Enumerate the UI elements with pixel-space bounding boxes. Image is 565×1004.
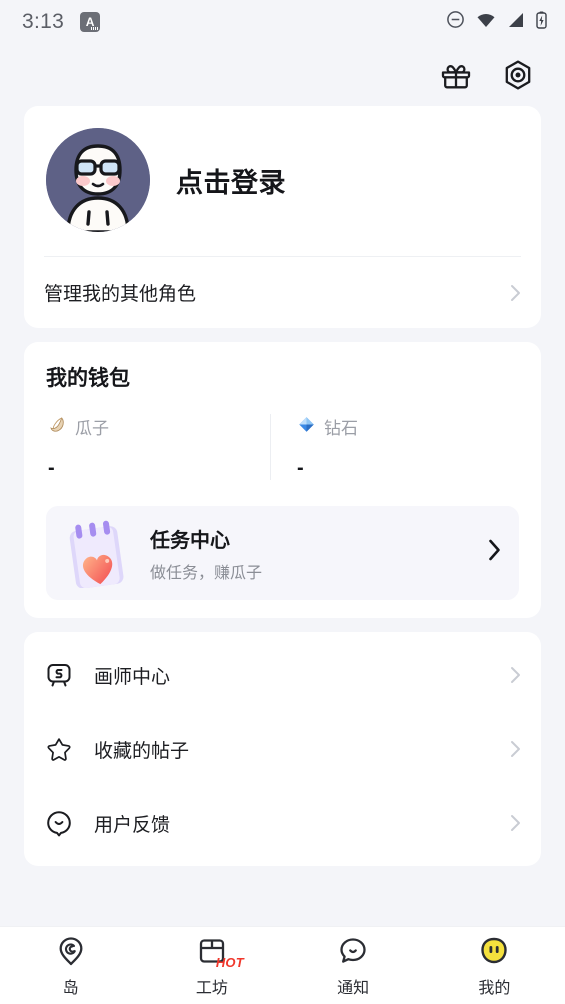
currency-list: 瓜子 - 钻石 -: [46, 414, 519, 494]
task-center-title: 任务中心: [150, 529, 230, 552]
task-center-text: 任务中心 做任务，赚瓜子: [150, 524, 488, 583]
signal-icon: [507, 12, 525, 33]
drawing-board-icon: [44, 660, 74, 690]
app-notification-badge-icon: A: [80, 12, 101, 32]
seed-icon: [48, 415, 67, 439]
manage-roles-label: 管理我的其他角色: [44, 284, 197, 305]
chevron-right-icon: [510, 814, 521, 832]
tab-label: 我的: [478, 980, 511, 997]
menu-item-saved-posts-left: 收藏的帖子: [44, 734, 189, 764]
currency-seed-head: 瓜子: [48, 414, 270, 439]
bottom-tab-bar: 岛 HOT 工坊 通知 我的: [0, 926, 565, 1004]
status-bar-right: [446, 10, 547, 34]
currency-diamond[interactable]: 钻石 -: [270, 414, 519, 480]
notification-bubble-icon: [337, 933, 369, 967]
profile-face-icon: [478, 933, 510, 967]
tab-label: 通知: [337, 980, 370, 997]
wallet-card: 我的钱包 瓜子 - 钻石 - 任务中心 做任务，赚瓜子: [24, 342, 541, 618]
currency-diamond-value: -: [297, 457, 304, 479]
login-prompt-label[interactable]: 点击登录: [176, 161, 286, 200]
currency-seed-name: 瓜子: [75, 419, 109, 438]
notepad-heart-icon: [60, 518, 138, 589]
menu-item-feedback[interactable]: 用户反馈: [24, 786, 541, 860]
chevron-right-icon: [510, 284, 521, 302]
chevron-right-icon: [510, 740, 521, 758]
tab-profile[interactable]: 我的: [424, 933, 565, 998]
menu-item-artist-center[interactable]: 画师中心: [24, 638, 541, 712]
battery-charging-icon: [536, 11, 547, 34]
manage-roles-row[interactable]: 管理我的其他角色: [24, 257, 541, 328]
island-pin-icon: [55, 933, 87, 967]
app-screen: 3:13 A 点击登录 管理我的其他角色 我的钱包 瓜子 - 钻石 - 任务中心…: [0, 0, 565, 1004]
profile-card: 点击登录 管理我的其他角色: [24, 106, 541, 328]
tab-workshop[interactable]: HOT 工坊: [141, 933, 282, 998]
currency-diamond-head: 钻石: [297, 414, 519, 439]
feedback-smile-icon: [44, 808, 74, 838]
wallet-title: 我的钱包: [46, 367, 130, 390]
currency-diamond-name: 钻石: [324, 419, 358, 438]
dnd-icon: [446, 10, 465, 34]
profile-header[interactable]: 点击登录: [24, 106, 541, 256]
task-center-banner[interactable]: 任务中心 做任务，赚瓜子: [46, 506, 519, 600]
tab-island[interactable]: 岛: [0, 933, 141, 998]
menu-item-saved-posts[interactable]: 收藏的帖子: [24, 712, 541, 786]
manage-roles-left: 管理我的其他角色: [44, 279, 196, 306]
currency-seed-value: -: [48, 457, 55, 479]
tab-notifications[interactable]: 通知: [283, 933, 424, 998]
chevron-right-icon: [488, 539, 501, 567]
status-bar: 3:13 A: [0, 0, 565, 44]
currency-seed[interactable]: 瓜子 -: [46, 414, 270, 480]
menu-item-feedback-left: 用户反馈: [44, 808, 170, 838]
task-center-subtitle: 做任务，赚瓜子: [150, 564, 263, 582]
top-action-bar: [0, 44, 565, 106]
status-bar-left: 3:13 A: [22, 10, 101, 34]
wallet-body: 我的钱包 瓜子 - 钻石 - 任务中心 做任务，赚瓜子: [24, 342, 541, 618]
menu-item-label: 用户反馈: [94, 814, 171, 836]
star-icon: [44, 734, 74, 764]
tab-label: 工坊: [195, 980, 228, 997]
workshop-box-icon: HOT: [196, 933, 244, 970]
status-time: 3:13: [22, 10, 65, 33]
avatar[interactable]: [46, 128, 150, 232]
menu-item-artist-center-left: 画师中心: [44, 660, 170, 690]
diamond-icon: [297, 415, 316, 439]
settings-hexagon-icon[interactable]: [501, 58, 535, 92]
gift-icon[interactable]: [439, 58, 473, 92]
hot-badge: HOT: [215, 955, 244, 970]
menu-card: 画师中心 收藏的帖子 用户反馈: [24, 632, 541, 866]
wifi-icon: [476, 12, 496, 33]
menu-item-label: 收藏的帖子: [94, 740, 190, 762]
chevron-right-icon: [510, 666, 521, 684]
menu-item-label: 画师中心: [94, 666, 171, 688]
tab-label: 岛: [62, 980, 79, 997]
